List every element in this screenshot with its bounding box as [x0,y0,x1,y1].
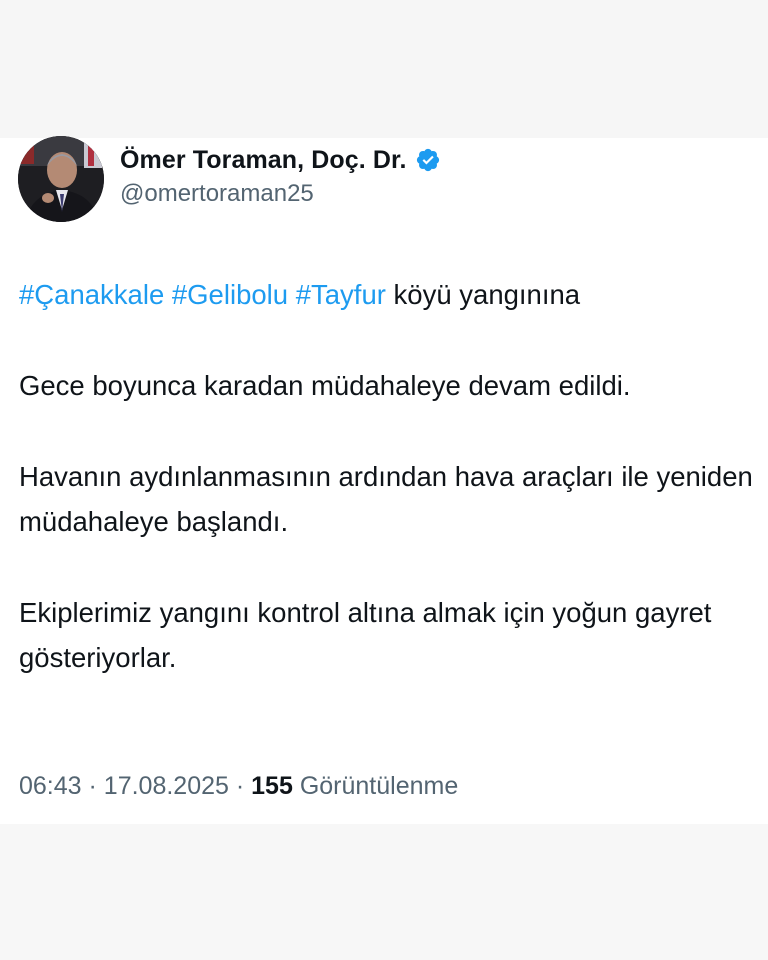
avatar[interactable] [18,136,104,222]
avatar-image [18,136,104,222]
tweet-line-hashtags: #Çanakkale #Gelibolu #Tayfur köyü yangın… [19,272,754,317]
tweet-paragraph: Gece boyunca karadan müdahaleye devam ed… [19,370,631,401]
tweet-meta: 06:43 · 17.08.2025 · 155 Görüntülenme [19,772,458,801]
tweet-time[interactable]: 06:43 [19,772,82,800]
top-margin [0,0,768,138]
tweet-date[interactable]: 17.08.2025 [104,772,229,800]
meta-separator: · [235,772,245,800]
tweet-line-text: köyü yangınına [393,279,581,310]
bottom-margin [0,824,768,960]
tweet-text: #Çanakkale #Gelibolu #Tayfur köyü yangın… [19,272,754,726]
tweet-paragraph: Ekiplerimiz yangını kontrol altına almak… [19,597,712,673]
name-row: Ömer Toraman, Doç. Dr. [120,144,441,176]
hashtag-link[interactable]: #Gelibolu [172,279,288,310]
hashtag-link[interactable]: #Tayfur [296,279,386,310]
views-label: Görüntülenme [299,772,459,800]
verified-badge-icon [415,147,441,173]
user-handle[interactable]: @omertoraman25 [120,180,314,208]
tweet-paragraph: Havanın aydınlanmasının ardından hava ar… [19,461,753,537]
views-count: 155 [251,772,293,800]
meta-separator: · [88,772,97,800]
display-name[interactable]: Ömer Toraman, Doç. Dr. [120,146,407,175]
hashtag-link[interactable]: #Çanakkale [19,279,164,310]
